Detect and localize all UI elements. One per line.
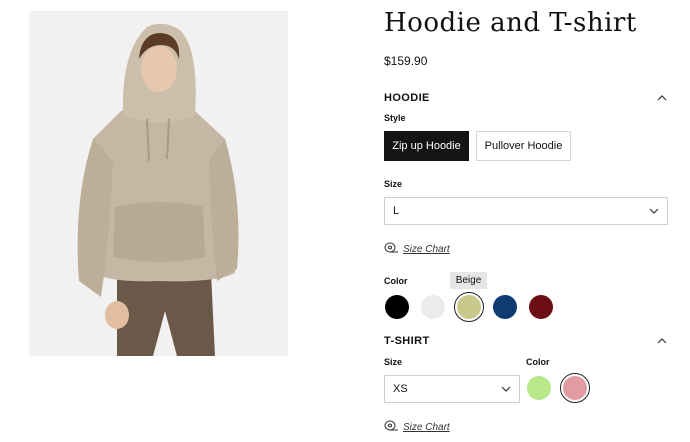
hoodie-size-value: L [393,205,400,217]
hoodie-color-swatch-white[interactable] [421,295,445,319]
product-title: Hoodie and T-shirt [384,8,637,38]
chevron-down-icon [501,383,511,395]
hoodie-section-header[interactable]: HOODIE [384,90,668,106]
hoodie-color-swatch-black[interactable] [385,295,409,319]
style-zip-up-hoodie-button[interactable]: Zip up Hoodie [384,131,469,161]
hoodie-section-label: HOODIE [384,92,430,104]
tshirt-section-header[interactable]: T-SHIRT [384,333,668,349]
product-image [29,11,288,356]
style-label: Style [384,113,406,123]
chevron-down-icon [649,205,659,217]
tshirt-color-swatch-lime[interactable] [527,376,551,400]
chevron-up-icon[interactable] [656,92,668,104]
size-chart-label: Size Chart [403,243,450,255]
tshirt-size-chart-link[interactable]: Size Chart [384,420,450,434]
hoodie-size-select[interactable]: L [384,197,668,225]
hoodie-color-swatch-navy[interactable] [493,295,517,319]
style-option-label: Pullover Hoodie [484,140,563,152]
hoodie-color-label: Color [384,276,408,286]
style-pullover-hoodie-button[interactable]: Pullover Hoodie [476,131,571,161]
tshirt-color-swatch-pink[interactable] [560,373,590,403]
color-tooltip: Beige [450,272,487,289]
hoodie-size-chart-link[interactable]: Size Chart [384,242,450,256]
tape-measure-icon [384,242,399,256]
product-price: $159.90 [384,54,428,68]
size-chart-label: Size Chart [403,421,450,433]
tshirt-section-label: T-SHIRT [384,335,430,347]
tape-measure-icon [384,420,399,434]
hoodie-size-label: Size [384,179,403,189]
style-option-label: Zip up Hoodie [392,140,461,152]
tshirt-size-select[interactable]: XS [384,375,520,403]
tshirt-size-label: Size [384,357,403,367]
tshirt-color-label: Color [526,357,550,367]
tshirt-size-value: XS [393,383,408,395]
chevron-up-icon[interactable] [656,335,668,347]
hoodie-color-swatch-beige[interactable] [454,292,484,322]
hoodie-color-swatch-burgundy[interactable] [529,295,553,319]
